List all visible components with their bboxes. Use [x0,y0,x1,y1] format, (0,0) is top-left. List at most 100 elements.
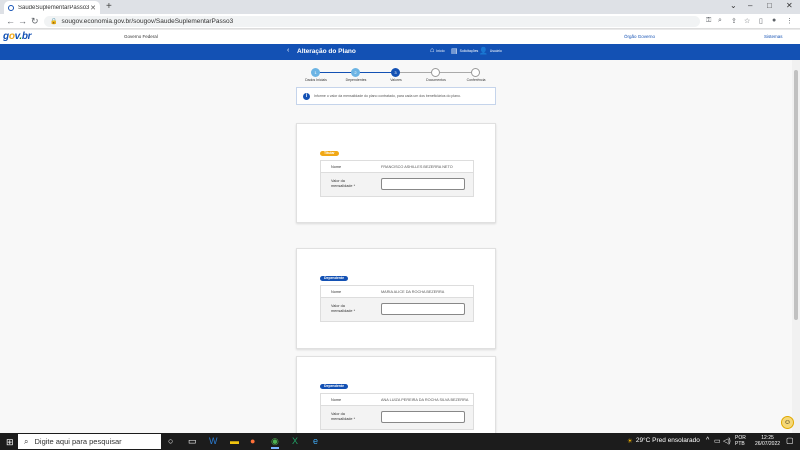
step-3[interactable]: 3 [391,68,400,77]
name-label: Nome [331,290,342,294]
minimize-button[interactable]: – [748,1,752,10]
beneficiary-table: Nome MARIA ALICE DA ROCHA BEZERRA Valor … [320,285,474,322]
nav-solicitacoes[interactable]: ▤ Solicitações [451,47,478,55]
firefox-icon[interactable]: ● [250,436,255,446]
value-label: Valor da mensalidade * [331,179,356,188]
name-value: MARIA ALICE DA ROCHA BEZERRA [381,290,445,294]
document-icon: ▤ [451,48,458,55]
value-row: Valor da mensalidade * [321,406,473,429]
close-window-button[interactable]: ✕ [786,1,793,10]
cortana-icon[interactable]: ○ [168,436,173,446]
excel-icon[interactable]: X [292,436,298,446]
scrollbar-thumb[interactable] [794,70,798,320]
network-icon[interactable]: ▭ [714,437,721,445]
share-icon[interactable]: ⇪ [731,17,737,25]
forward-icon[interactable]: → [18,16,27,26]
close-tab-icon[interactable]: ✕ [90,4,96,12]
user-icon: 👤 [479,48,488,55]
value-label: Valor da mensalidade * [331,412,356,421]
address-bar-row: ← → ↻ 🔒 sougov.economia.gov.br/sougov/Sa… [0,14,800,29]
nav-user-label: Usuário [489,49,502,53]
sun-icon: ☀ [627,438,633,445]
lang-2: PTB [735,441,745,447]
word-icon[interactable]: W [209,436,218,446]
step-1-label: Dados Iniciais [305,78,327,82]
menu-icon[interactable]: ⋮ [786,17,793,25]
gov-label: Governo Federal [124,34,158,39]
beneficiary-card-dependente-1: Dependente Nome MARIA ALICE DA ROCHA BEZ… [296,248,496,349]
favicon-icon [8,4,14,11]
step-4[interactable] [431,68,440,77]
step-5-label: Conferência [466,78,486,82]
step-2-num: 2 [354,70,357,75]
mensalidade-input[interactable] [381,178,465,190]
browser-tab[interactable]: SaudeSuplementarPasso3 ✕ [4,1,100,14]
badge-dependente: Dependente [320,276,349,281]
clock[interactable]: 12:25 26/07/2022 [755,435,780,447]
assistant-avatar-icon[interactable]: ☺ [781,416,794,429]
tab-title: SaudeSuplementarPasso3 [18,4,90,11]
gov-header: gov.br Governo Federal Órgão Governo Sis… [0,30,800,44]
name-row: Nome MARIA ALICE DA ROCHA BEZERRA [321,286,473,298]
nav-user[interactable]: 👤 Usuário [479,47,502,55]
name-value: ANA LUIZA PEREIRA DA ROCHA SILVA BEZERRA [381,398,469,402]
beneficiary-table: Nome ANA LUIZA PEREIRA DA ROCHA SILVA BE… [320,393,474,430]
lock-icon: 🔒 [50,19,58,25]
badge-dependente: Dependente [320,384,349,389]
mensalidade-input[interactable] [381,303,465,315]
sistemas-link[interactable]: Sistemas [764,34,783,39]
edge-icon[interactable]: e [313,436,318,446]
govbr-logo[interactable]: gov.br [3,31,32,42]
reload-icon[interactable]: ↻ [31,16,39,27]
nav-home-label: Início [436,48,445,53]
browser-tab-bar: SaudeSuplementarPasso3 ✕ + ⌄ – □ ✕ [0,0,800,14]
back-arrow-icon[interactable]: ‹ [287,47,289,54]
step-5[interactable] [471,68,480,77]
new-tab-button[interactable]: + [106,1,112,12]
name-label: Nome [331,398,342,402]
step-4-label: Documentos [426,78,446,82]
url-field[interactable]: 🔒 sougov.economia.gov.br/sougov/SaudeSup… [44,16,700,27]
file-explorer-icon[interactable]: ▬ [230,436,239,446]
search-placeholder: Digite aqui para pesquisar [34,437,122,446]
taskbar: ⊞ ⌕ Digite aqui para pesquisar ○ ▭ W ▬ ●… [0,433,800,450]
step-2[interactable]: 2 [351,68,360,77]
chrome-icon[interactable]: ◉ [271,436,279,449]
mensalidade-input[interactable] [381,411,465,423]
value-label: Valor da mensalidade * [331,304,356,313]
beneficiary-card-titular: Titular Nome FRANCISCO ASHILLES BEZERRA … [296,123,496,223]
search-icon: ⌕ [24,436,29,446]
step-1-num: 1 [314,70,317,75]
profile-icon[interactable]: ● [772,17,776,24]
sidebar-icon[interactable]: ▯ [759,17,763,25]
weather-widget[interactable]: ☀ 29°C Pred ensolarado [627,437,700,445]
stepper: 1 Dados Iniciais 2 Dependentes 3 Valores… [296,68,496,84]
name-label: Nome [331,165,342,169]
beneficiary-card-dependente-2: Dependente Nome ANA LUIZA PEREIRA DA ROC… [296,356,496,436]
step-1[interactable]: 1 [311,68,320,77]
value-row: Valor da mensalidade * [321,298,473,321]
clock-date: 26/07/2022 [755,441,781,447]
taskbar-search[interactable]: ⌕ Digite aqui para pesquisar [18,434,161,449]
step-3-label: Valores [390,78,402,82]
orgao-link[interactable]: Órgão Governo [624,34,655,39]
nav-solicitacoes-label: Solicitações [459,49,479,53]
name-row: Nome FRANCISCO ASHILLES BEZERRA NETO [321,161,473,173]
windows-start-icon[interactable]: ⊞ [6,437,14,448]
back-icon[interactable]: ← [6,16,15,26]
language-indicator[interactable]: POR PTB [735,435,746,447]
task-view-icon[interactable]: ▭ [188,436,197,447]
key-icon[interactable]: ⚿ [706,17,711,25]
notification-icon[interactable]: ▢ [786,436,794,445]
maximize-button[interactable]: □ [767,1,772,10]
info-alert: i Informe o valor da mensalidade do plan… [296,87,496,105]
home-icon: ⌂ [430,47,435,54]
weather-text: 29°C Pred ensolarado [635,437,700,444]
nav-home[interactable]: ⌂ Início [430,47,445,54]
bookmark-star-icon[interactable]: ☆ [744,17,750,25]
tab-search-icon[interactable]: ⌄ [730,1,737,10]
zoom-icon[interactable]: ⌕ [718,17,722,25]
info-text: Informe o valor da mensalidade do plano … [314,94,461,98]
volume-icon[interactable]: ◁) [723,437,731,445]
chevron-up-icon[interactable]: ^ [706,437,709,444]
